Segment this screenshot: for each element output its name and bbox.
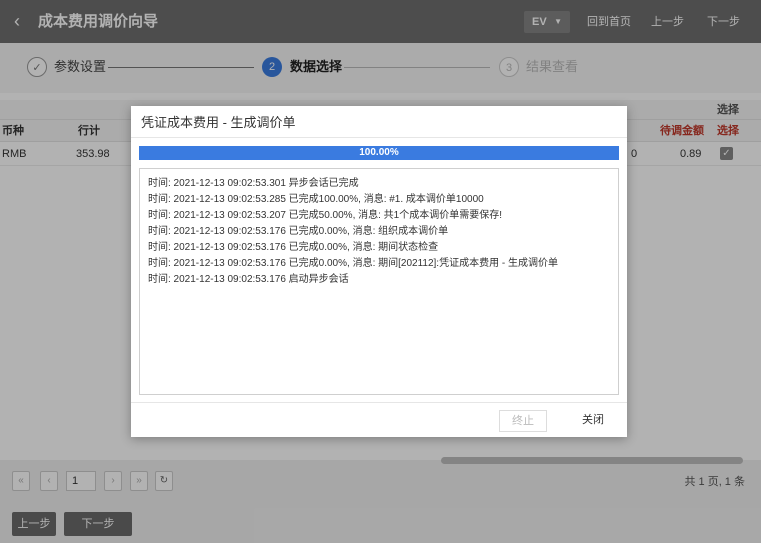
progress-dialog: 凭证成本费用 - 生成调价单 100.00% 时间: 2021-12-13 09… bbox=[131, 106, 627, 437]
log-line: 时间: 2021-12-13 09:02:53.207 已完成50.00%, 消… bbox=[148, 210, 503, 221]
progress-bar: 100.00% bbox=[139, 146, 619, 160]
divider bbox=[131, 402, 627, 403]
divider bbox=[131, 137, 627, 138]
log-line: 时间: 2021-12-13 09:02:53.176 已完成0.00%, 消息… bbox=[148, 226, 449, 237]
dialog-title: 凭证成本费用 - 生成调价单 bbox=[141, 115, 296, 130]
log-line: 时间: 2021-12-13 09:02:53.176 已完成0.00%, 消息… bbox=[148, 242, 439, 253]
stop-button[interactable]: 终止 bbox=[499, 410, 547, 432]
log-line: 时间: 2021-12-13 09:02:53.176 启动异步会话 bbox=[148, 274, 349, 285]
log-line: 时间: 2021-12-13 09:02:53.176 已完成0.00%, 消息… bbox=[148, 258, 558, 269]
log-line: 时间: 2021-12-13 09:02:53.301 异步会话已完成 bbox=[148, 178, 359, 189]
close-button[interactable]: 关闭 bbox=[569, 410, 617, 432]
log-panel[interactable]: 时间: 2021-12-13 09:02:53.301 异步会话已完成 时间: … bbox=[139, 168, 619, 395]
log-line: 时间: 2021-12-13 09:02:53.285 已完成100.00%, … bbox=[148, 194, 484, 205]
progress-text: 100.00% bbox=[359, 147, 399, 158]
